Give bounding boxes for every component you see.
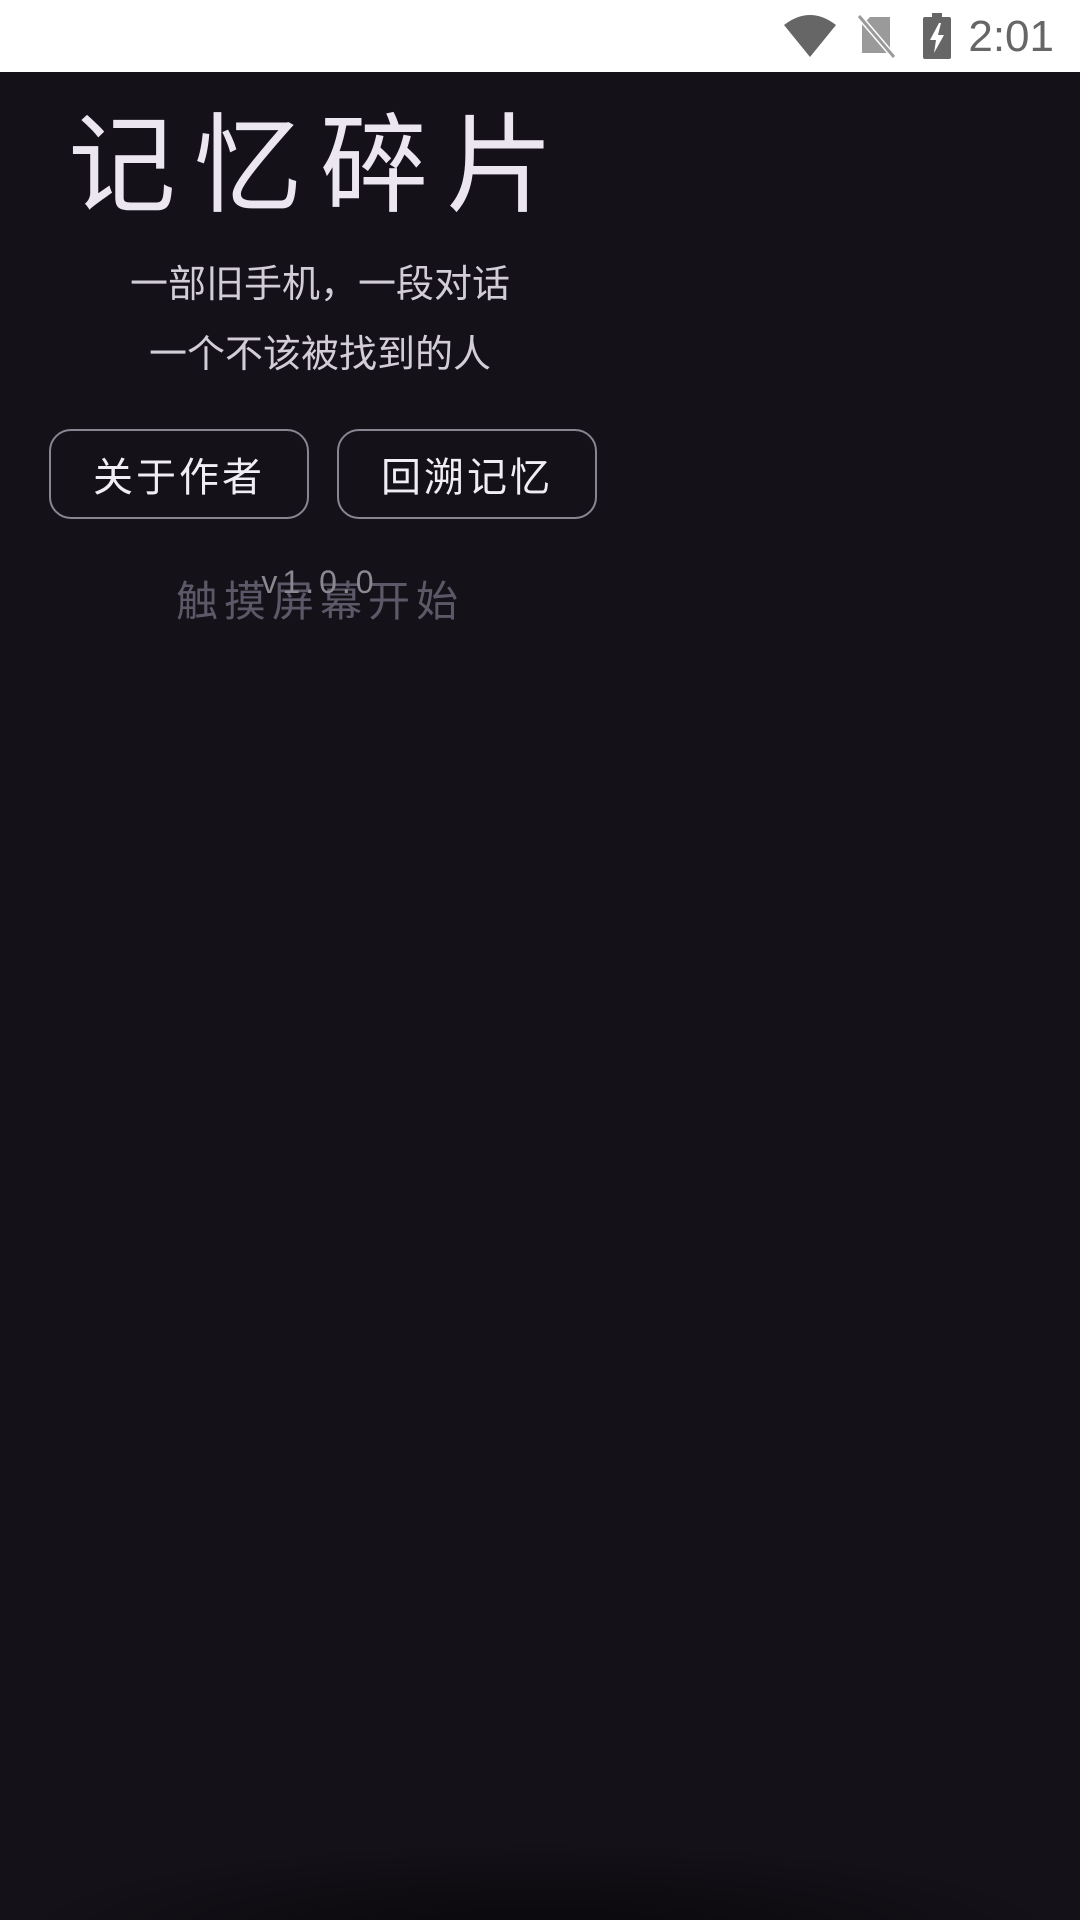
- wifi-icon: [780, 0, 840, 72]
- subtitle-line-1: 一部旧手机，一段对话: [129, 262, 510, 306]
- clock: 2:01: [968, 12, 1054, 61]
- status-bar: 2:01: [0, 0, 1080, 72]
- no-sim-icon: [852, 0, 900, 72]
- about-author-button[interactable]: 关于作者: [49, 429, 309, 519]
- app-title: 记忆碎片: [67, 104, 572, 229]
- battery-charging-icon: [918, 0, 956, 72]
- recall-memory-button[interactable]: 回溯记忆: [337, 429, 597, 519]
- version-label: v1.0.0: [261, 564, 379, 600]
- bottom-shadow: [0, 1840, 1080, 1920]
- app-screen[interactable]: 记忆碎片 一部旧手机，一段对话 一个不该被找到的人 关于作者 回溯记忆 触摸屏幕…: [0, 72, 1080, 1920]
- subtitle-line-2: 一个不该被找到的人: [148, 332, 491, 376]
